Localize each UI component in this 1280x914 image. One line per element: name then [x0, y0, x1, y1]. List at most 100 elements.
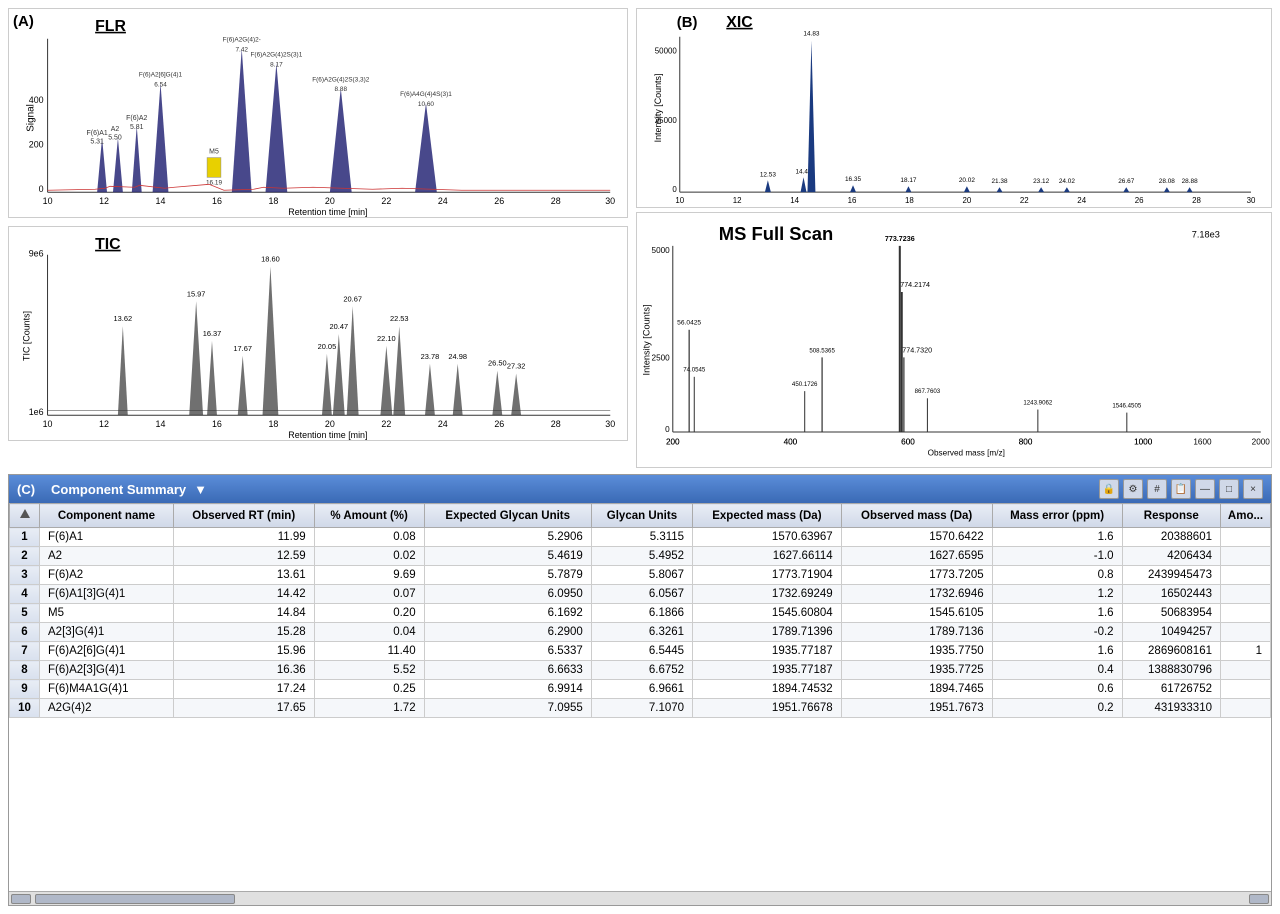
row-exp-glycan: 6.1692	[424, 604, 591, 623]
sort-icon	[19, 508, 31, 520]
col-glycan-units[interactable]: Glycan Units	[591, 504, 692, 528]
row-rt: 17.65	[173, 699, 314, 718]
svg-text:1e6: 1e6	[29, 407, 44, 417]
scroll-right-btn[interactable]	[1249, 894, 1269, 904]
table-row[interactable]: 1 F(6)A1 11.99 0.08 5.2906 5.3115 1570.6…	[10, 528, 1271, 547]
row-exp-mass: 1545.60804	[693, 604, 842, 623]
table-row[interactable]: 7 F(6)A2[6]G(4)1 15.96 11.40 6.5337 6.54…	[10, 642, 1271, 661]
svg-text:774.7320: 774.7320	[902, 346, 932, 354]
hash-button[interactable]: #	[1147, 479, 1167, 499]
svg-text:14: 14	[790, 196, 799, 205]
svg-text:20.67: 20.67	[343, 294, 362, 303]
table-row[interactable]: 3 F(6)A2 13.61 9.69 5.7879 5.8067 1773.7…	[10, 566, 1271, 585]
svg-text:16.37: 16.37	[203, 329, 222, 338]
svg-text:14.83: 14.83	[803, 31, 819, 38]
row-response: 2439945473	[1122, 566, 1220, 585]
row-response: 10494257	[1122, 623, 1220, 642]
svg-text:2000: 2000	[1252, 437, 1271, 446]
table-container[interactable]: Component name Observed RT (min) % Amoun…	[9, 503, 1271, 891]
row-obs-mass: 1935.7750	[841, 642, 992, 661]
table-row[interactable]: 5 M5 14.84 0.20 6.1692 6.1866 1545.60804…	[10, 604, 1271, 623]
component-table: Component name Observed RT (min) % Amoun…	[9, 503, 1271, 718]
col-obs-mass[interactable]: Observed mass (Da)	[841, 504, 992, 528]
svg-text:28.88: 28.88	[1182, 178, 1198, 185]
clipboard-button[interactable]: 📋	[1171, 479, 1191, 499]
row-num: 6	[10, 623, 40, 642]
maximize-button[interactable]: □	[1219, 479, 1239, 499]
svg-text:20.47: 20.47	[330, 322, 349, 331]
row-obs-mass: 1545.6105	[841, 604, 992, 623]
col-exp-glycan[interactable]: Expected Glycan Units	[424, 504, 591, 528]
svg-text:22: 22	[381, 196, 391, 206]
svg-text:18.60: 18.60	[261, 255, 280, 264]
row-name: F(6)A2[3]G(4)1	[40, 661, 174, 680]
row-mass-error: -0.2	[992, 623, 1122, 642]
svg-text:400: 400	[29, 95, 44, 105]
row-amount-pct: 0.08	[314, 528, 424, 547]
row-exp-glycan: 6.0950	[424, 585, 591, 604]
table-row[interactable]: 6 A2[3]G(4)1 15.28 0.04 6.2900 6.3261 17…	[10, 623, 1271, 642]
table-row[interactable]: 8 F(6)A2[3]G(4)1 16.36 5.52 6.6633 6.675…	[10, 661, 1271, 680]
row-exp-mass: 1732.69249	[693, 585, 842, 604]
svg-text:8.88: 8.88	[335, 86, 348, 93]
svg-text:20.05: 20.05	[318, 342, 337, 351]
row-mass-error: -1.0	[992, 547, 1122, 566]
svg-text:50000: 50000	[655, 47, 678, 56]
row-exp-mass: 1570.63967	[693, 528, 842, 547]
row-num: 1	[10, 528, 40, 547]
settings-button[interactable]: ⚙	[1123, 479, 1143, 499]
row-response: 431933310	[1122, 699, 1220, 718]
table-row[interactable]: 10 A2G(4)2 17.65 1.72 7.0955 7.1070 1951…	[10, 699, 1271, 718]
row-name: A2[3]G(4)1	[40, 623, 174, 642]
scroll-left-btn[interactable]	[11, 894, 31, 904]
col-component-name[interactable]: Component name	[40, 504, 174, 528]
svg-text:26: 26	[494, 419, 504, 429]
col-rt[interactable]: Observed RT (min)	[173, 504, 314, 528]
col-exp-mass[interactable]: Expected mass (Da)	[693, 504, 842, 528]
col-amount[interactable]: Amo...	[1221, 504, 1271, 528]
close-button[interactable]: ×	[1243, 479, 1263, 499]
row-num: 4	[10, 585, 40, 604]
svg-text:F(6)A2G(4)2S(3,3)2: F(6)A2G(4)2S(3,3)2	[312, 76, 370, 83]
row-num: 10	[10, 699, 40, 718]
row-num: 2	[10, 547, 40, 566]
row-obs-mass: 1627.6595	[841, 547, 992, 566]
row-rt: 14.42	[173, 585, 314, 604]
scrollbar-thumb[interactable]	[35, 894, 235, 904]
flr-chart-svg: FLR Signal 0 200 400 10 12 14 16 18	[9, 9, 627, 217]
top-section: (A) FLR Signal 0 200 400 10 12 14	[8, 8, 1272, 468]
row-rt: 16.36	[173, 661, 314, 680]
row-name: F(6)A2[6]G(4)1	[40, 642, 174, 661]
table-row[interactable]: 2 A2 12.59 0.02 5.4619 5.4952 1627.66114…	[10, 547, 1271, 566]
col-amount-pct[interactable]: % Amount (%)	[314, 504, 424, 528]
svg-text:450.1726: 450.1726	[792, 381, 818, 388]
row-rt: 11.99	[173, 528, 314, 547]
minimize-button[interactable]: —	[1195, 479, 1215, 499]
table-row[interactable]: 4 F(6)A1[3]G(4)1 14.42 0.07 6.0950 6.056…	[10, 585, 1271, 604]
panel-a-label: (A)	[13, 13, 34, 30]
row-rt: 15.96	[173, 642, 314, 661]
row-exp-mass: 1789.71396	[693, 623, 842, 642]
row-exp-glycan: 6.2900	[424, 623, 591, 642]
horizontal-scrollbar[interactable]	[9, 891, 1271, 905]
col-response[interactable]: Response	[1122, 504, 1220, 528]
svg-text:8.17: 8.17	[270, 61, 283, 68]
row-response: 50683954	[1122, 604, 1220, 623]
row-mass-error: 0.8	[992, 566, 1122, 585]
row-amount	[1221, 604, 1271, 623]
col-mass-error[interactable]: Mass error (ppm)	[992, 504, 1122, 528]
svg-text:21.38: 21.38	[992, 178, 1008, 185]
row-response: 2869608161	[1122, 642, 1220, 661]
dropdown-arrow[interactable]: ▼	[194, 482, 207, 497]
row-obs-mass: 1789.7136	[841, 623, 992, 642]
svg-text:7.42: 7.42	[235, 47, 248, 54]
row-num: 9	[10, 680, 40, 699]
table-row[interactable]: 9 F(6)M4A1G(4)1 17.24 0.25 6.9914 6.9661…	[10, 680, 1271, 699]
panel-b: (B) XIC Intensity [Counts] 0 25000 50000…	[636, 8, 1272, 468]
svg-text:27.32: 27.32	[507, 362, 526, 371]
row-mass-error: 0.4	[992, 661, 1122, 680]
col-sort[interactable]	[10, 504, 40, 528]
row-amount-pct: 1.72	[314, 699, 424, 718]
lock-button[interactable]: 🔒	[1099, 479, 1119, 499]
row-glycan-units: 5.3115	[591, 528, 692, 547]
